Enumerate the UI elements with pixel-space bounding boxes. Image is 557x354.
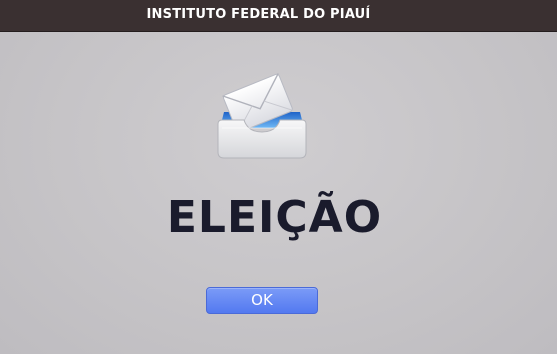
page-heading: ELEIÇÃO: [166, 192, 383, 243]
election-window: INSTITUTO FEDERAL DO PIAUÍ ELEIÇÃO OK: [0, 0, 557, 354]
window-title: INSTITUTO FEDERAL DO PIAUÍ: [146, 7, 371, 22]
title-bar: INSTITUTO FEDERAL DO PIAUÍ: [0, 0, 557, 32]
inbox-mail-icon: [217, 73, 307, 159]
ok-button[interactable]: OK: [206, 287, 318, 314]
